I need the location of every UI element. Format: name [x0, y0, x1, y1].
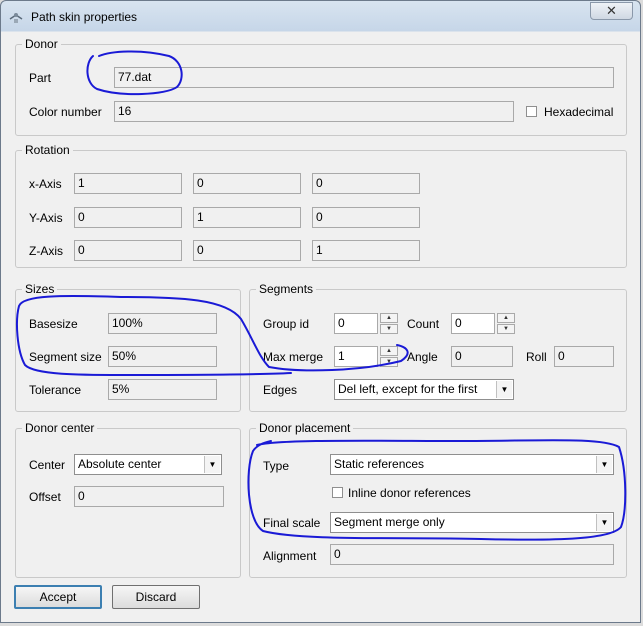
part-field[interactable]: 77.dat [114, 67, 614, 88]
y-axis-2[interactable]: 1 [193, 207, 301, 228]
type-dropdown[interactable]: Static references ▼ [330, 454, 614, 475]
count-label: Count [407, 317, 440, 331]
donor-center-group: Donor center Center Absolute center ▼ Of… [15, 421, 241, 578]
group-id-spinner[interactable]: ▲ ▼ [380, 313, 398, 334]
y-axis-3[interactable]: 0 [312, 207, 420, 228]
spin-up-icon[interactable]: ▲ [380, 346, 398, 356]
discard-button[interactable]: Discard [112, 585, 200, 609]
basesize-field[interactable]: 100% [108, 313, 217, 334]
basesize-label: Basesize [29, 317, 78, 331]
x-axis-label: x-Axis [29, 177, 62, 191]
group-id-label: Group id [263, 317, 310, 331]
max-merge-label: Max merge [263, 350, 324, 364]
final-scale-dropdown[interactable]: Segment merge only ▼ [330, 512, 614, 533]
window-title: Path skin properties [31, 10, 138, 24]
type-label: Type [263, 459, 290, 473]
x-axis-2[interactable]: 0 [193, 173, 301, 194]
roll-label: Roll [526, 350, 547, 364]
tolerance-label: Tolerance [29, 383, 82, 397]
chevron-down-icon[interactable]: ▼ [496, 381, 512, 398]
chevron-down-icon[interactable]: ▼ [596, 456, 612, 473]
center-label: Center [29, 458, 66, 472]
max-merge-spinner[interactable]: ▲ ▼ [380, 346, 398, 367]
center-value: Absolute center [78, 457, 162, 471]
count-field[interactable]: 0 [451, 313, 495, 334]
hexadecimal-label: Hexadecimal [544, 105, 614, 119]
spin-down-icon[interactable]: ▼ [380, 324, 398, 334]
segment-size-field[interactable]: 50% [108, 346, 217, 367]
type-value: Static references [334, 457, 425, 471]
edges-label: Edges [263, 383, 298, 397]
z-axis-2[interactable]: 0 [193, 240, 301, 261]
group-id-field[interactable]: 0 [334, 313, 378, 334]
x-axis-3[interactable]: 0 [312, 173, 420, 194]
center-dropdown[interactable]: Absolute center ▼ [74, 454, 222, 475]
dialog-window: Path skin properties ✕ Donor Part 77.dat… [0, 0, 641, 623]
final-scale-label: Final scale [263, 516, 321, 530]
inline-donor-references-label: Inline donor references [348, 486, 471, 500]
final-scale-value: Segment merge only [334, 515, 445, 529]
close-button[interactable]: ✕ [590, 2, 633, 20]
donor-group: Donor Part 77.dat Color number 16 Hexade… [15, 37, 627, 136]
segments-group: Segments Group id 0 ▲ ▼ Count 0 ▲ ▼ Max … [249, 282, 627, 412]
donor-placement-legend: Donor placement [256, 421, 354, 435]
alignment-label: Alignment [263, 549, 317, 563]
edges-value: Del left, except for the first [338, 382, 478, 396]
chevron-down-icon[interactable]: ▼ [204, 456, 220, 473]
angle-field[interactable]: 0 [451, 346, 513, 367]
close-icon: ✕ [606, 3, 617, 18]
z-axis-1[interactable]: 0 [74, 240, 182, 261]
y-axis-1[interactable]: 0 [74, 207, 182, 228]
color-number-label: Color number [29, 105, 102, 119]
edges-dropdown[interactable]: Del left, except for the first ▼ [334, 379, 514, 400]
accept-button[interactable]: Accept [14, 585, 102, 609]
roll-field[interactable]: 0 [554, 346, 614, 367]
title-bar[interactable]: Path skin properties ✕ [1, 1, 643, 32]
x-axis-1[interactable]: 1 [74, 173, 182, 194]
segment-size-label: Segment size [29, 350, 102, 364]
sizes-group: Sizes Basesize 100% Segment size 50% Tol… [15, 282, 241, 412]
part-label: Part [29, 71, 52, 85]
rotation-legend: Rotation [22, 143, 73, 157]
spin-down-icon[interactable]: ▼ [380, 357, 398, 367]
sizes-legend: Sizes [22, 282, 58, 296]
max-merge-field[interactable]: 1 [334, 346, 378, 367]
donor-center-legend: Donor center [22, 421, 98, 435]
rotation-group: Rotation x-Axis 1 0 0 Y-Axis 0 1 0 Z-Axi… [15, 143, 627, 268]
y-axis-label: Y-Axis [29, 211, 63, 225]
spin-up-icon[interactable]: ▲ [380, 313, 398, 323]
angle-label: Angle [407, 350, 438, 364]
offset-field[interactable]: 0 [74, 486, 224, 507]
app-icon [9, 13, 23, 23]
offset-label: Offset [29, 490, 61, 504]
spin-up-icon[interactable]: ▲ [497, 313, 515, 323]
inline-donor-references-checkbox[interactable] [332, 487, 343, 498]
alignment-field[interactable]: 0 [330, 544, 614, 565]
donor-placement-group: Donor placement Type Static references ▼… [249, 421, 627, 578]
chevron-down-icon[interactable]: ▼ [596, 514, 612, 531]
donor-legend: Donor [22, 37, 61, 51]
color-number-field[interactable]: 16 [114, 101, 514, 122]
z-axis-label: Z-Axis [29, 244, 63, 258]
z-axis-3[interactable]: 1 [312, 240, 420, 261]
count-spinner[interactable]: ▲ ▼ [497, 313, 515, 334]
tolerance-field[interactable]: 5% [108, 379, 217, 400]
hexadecimal-checkbox[interactable] [526, 106, 537, 117]
segments-legend: Segments [256, 282, 317, 296]
dialog-client: Donor Part 77.dat Color number 16 Hexade… [7, 32, 638, 618]
spin-down-icon[interactable]: ▼ [497, 324, 515, 334]
